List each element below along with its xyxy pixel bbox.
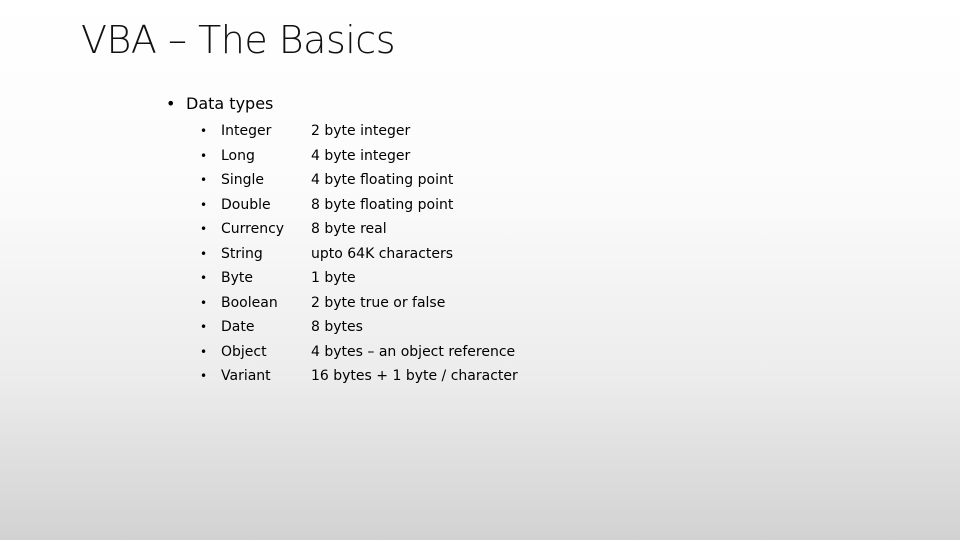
list-item: • String upto 64K characters: [200, 242, 518, 267]
bullet-icon: •: [200, 295, 208, 310]
list-item: • Boolean 2 byte true or false: [200, 291, 518, 316]
bullet-icon: •: [200, 148, 208, 163]
bullet-icon: •: [200, 222, 208, 236]
bullet-icon: •: [200, 246, 208, 261]
type-name: Variant: [221, 368, 271, 384]
list-item: • Integer 2 byte integer: [200, 119, 518, 144]
type-description: 16 bytes + 1 byte / character: [311, 368, 518, 384]
data-types-list: • Integer 2 byte integer • Long 4 byte i…: [200, 119, 518, 389]
bullet-icon: •: [200, 271, 208, 285]
list-item: • Single 4 byte floating point: [200, 168, 518, 193]
type-name: Double: [221, 196, 271, 213]
type-name: Date: [221, 319, 255, 335]
type-description: 8 byte real: [311, 221, 387, 237]
bullet-icon: •: [200, 344, 208, 359]
list-item: • Object 4 bytes – an object reference: [200, 340, 518, 365]
bullet-icon: •: [200, 369, 208, 383]
type-description: upto 64K characters: [311, 245, 454, 262]
bullet-icon: •: [200, 320, 208, 334]
bullet-icon: •: [200, 124, 208, 138]
bullet-icon: •: [200, 197, 208, 212]
type-description: 4 bytes – an object reference: [311, 343, 516, 360]
type-description: 4 byte floating point: [311, 172, 454, 188]
list-item: • Date 8 bytes: [200, 315, 518, 340]
type-description: 2 byte integer: [311, 123, 411, 139]
list-item: • Currency 8 byte real: [200, 217, 518, 242]
section-label: Data types: [186, 94, 274, 113]
type-name: Long: [221, 147, 255, 164]
section-bullet-data-types: • Data types: [166, 93, 273, 115]
list-item: • Variant 16 bytes + 1 byte / character: [200, 364, 518, 389]
list-item: • Byte 1 byte: [200, 266, 518, 291]
type-description: 4 byte integer: [311, 147, 411, 164]
bullet-icon: •: [200, 173, 208, 187]
type-name: Single: [221, 172, 265, 188]
type-description: 1 byte: [311, 270, 356, 286]
list-item: • Long 4 byte integer: [200, 144, 518, 169]
type-description: 8 byte floating point: [311, 196, 454, 213]
type-name: String: [221, 245, 263, 262]
type-description: 8 bytes: [311, 319, 363, 335]
type-name: Integer: [221, 123, 272, 139]
type-description: 2 byte true or false: [311, 294, 446, 311]
slide-title: VBA – The Basics: [81, 18, 396, 62]
type-name: Boolean: [221, 294, 278, 311]
type-name: Object: [221, 343, 267, 360]
bullet-icon: •: [166, 94, 176, 113]
type-name: Currency: [221, 221, 285, 237]
list-item: • Double 8 byte floating point: [200, 193, 518, 218]
type-name: Byte: [221, 270, 253, 286]
